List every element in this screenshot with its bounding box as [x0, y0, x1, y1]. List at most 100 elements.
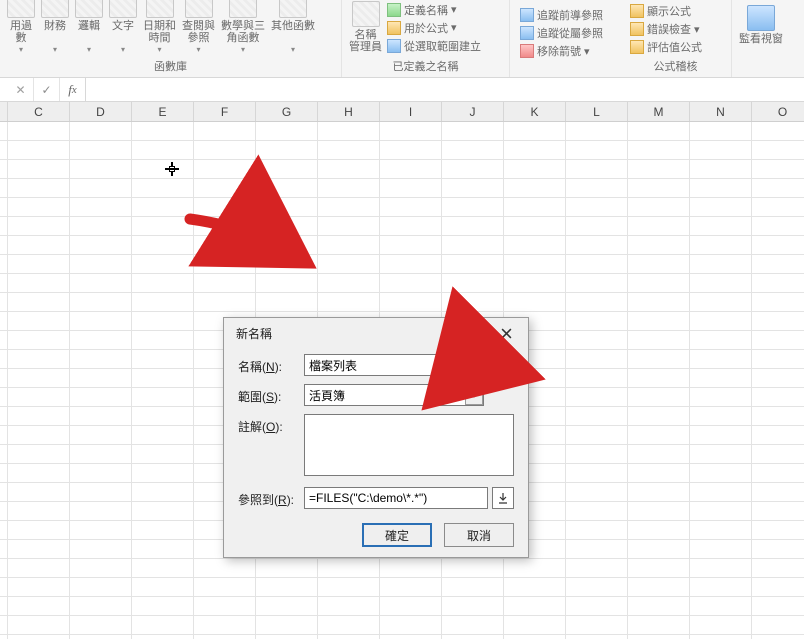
cell[interactable] — [566, 160, 628, 179]
cell[interactable] — [8, 578, 70, 597]
cell[interactable] — [0, 540, 8, 559]
cell[interactable] — [752, 122, 804, 141]
cell[interactable] — [752, 502, 804, 521]
cell[interactable] — [132, 388, 194, 407]
cell[interactable] — [194, 198, 256, 217]
cell[interactable] — [8, 274, 70, 293]
cell[interactable] — [0, 312, 8, 331]
cell[interactable] — [256, 255, 318, 274]
cell[interactable] — [504, 274, 566, 293]
cell[interactable] — [566, 217, 628, 236]
cell[interactable] — [0, 559, 8, 578]
column-header[interactable]: K — [504, 102, 566, 121]
cell[interactable] — [0, 483, 8, 502]
ribbon-date-time[interactable]: 日期和 時間 — [140, 0, 179, 56]
cell[interactable] — [566, 426, 628, 445]
ribbon-trace-precedents[interactable]: 追蹤前導參照 — [518, 6, 616, 24]
cell[interactable] — [70, 293, 132, 312]
cell[interactable] — [132, 274, 194, 293]
cell[interactable] — [0, 179, 8, 198]
cell[interactable] — [0, 122, 8, 141]
cell[interactable] — [194, 274, 256, 293]
cell[interactable] — [690, 483, 752, 502]
cell[interactable] — [132, 369, 194, 388]
cell[interactable] — [752, 236, 804, 255]
cancel-button[interactable]: 取消 — [444, 523, 514, 547]
formula-enter-button[interactable]: ✓ — [34, 78, 60, 101]
cell[interactable] — [318, 578, 380, 597]
cell[interactable] — [0, 445, 8, 464]
cell[interactable] — [752, 521, 804, 540]
cell[interactable] — [504, 635, 566, 639]
cell[interactable] — [566, 198, 628, 217]
cell[interactable] — [380, 255, 442, 274]
cell[interactable] — [194, 578, 256, 597]
cell[interactable] — [8, 483, 70, 502]
ribbon-show-formulas[interactable]: 顯示公式 — [628, 2, 727, 20]
cell[interactable] — [132, 578, 194, 597]
name-input[interactable] — [304, 354, 514, 376]
cell[interactable] — [70, 388, 132, 407]
cell[interactable] — [8, 331, 70, 350]
cell[interactable] — [504, 578, 566, 597]
ribbon-error-checking[interactable]: 錯誤檢查 ▾ — [628, 20, 727, 38]
cell[interactable] — [8, 540, 70, 559]
cell[interactable] — [8, 122, 70, 141]
cell[interactable] — [318, 141, 380, 160]
cell[interactable] — [628, 540, 690, 559]
cell[interactable] — [442, 217, 504, 236]
cell[interactable] — [8, 635, 70, 639]
cell[interactable] — [194, 559, 256, 578]
cell[interactable] — [504, 293, 566, 312]
cell[interactable] — [318, 293, 380, 312]
cell[interactable] — [8, 521, 70, 540]
cell[interactable] — [318, 597, 380, 616]
cell[interactable] — [70, 597, 132, 616]
cell[interactable] — [752, 350, 804, 369]
column-header[interactable]: H — [318, 102, 380, 121]
cell[interactable] — [0, 616, 8, 635]
cell[interactable] — [566, 293, 628, 312]
column-header[interactable]: E — [132, 102, 194, 121]
ribbon-name-manager[interactable]: 名稱 管理員 — [346, 0, 385, 56]
cell[interactable] — [132, 350, 194, 369]
cell[interactable] — [256, 141, 318, 160]
dialog-titlebar[interactable]: 新名稱 ? — [224, 318, 528, 348]
ok-button[interactable]: 確定 — [362, 523, 432, 547]
cell[interactable] — [566, 502, 628, 521]
cell[interactable] — [318, 198, 380, 217]
cell[interactable] — [442, 274, 504, 293]
cell[interactable] — [566, 407, 628, 426]
cell[interactable] — [628, 369, 690, 388]
cell[interactable] — [380, 274, 442, 293]
cell[interactable] — [690, 160, 752, 179]
cell[interactable] — [690, 198, 752, 217]
cell[interactable] — [690, 255, 752, 274]
cell[interactable] — [8, 293, 70, 312]
cell[interactable] — [256, 198, 318, 217]
cell[interactable] — [566, 312, 628, 331]
cell[interactable] — [70, 331, 132, 350]
cell[interactable] — [70, 483, 132, 502]
cell[interactable] — [380, 198, 442, 217]
cell[interactable] — [0, 293, 8, 312]
cell[interactable] — [628, 179, 690, 198]
cell[interactable] — [0, 521, 8, 540]
column-header[interactable]: M — [628, 102, 690, 121]
cell[interactable] — [752, 578, 804, 597]
cell[interactable] — [566, 255, 628, 274]
cell[interactable] — [70, 369, 132, 388]
cell[interactable] — [752, 483, 804, 502]
cell[interactable] — [628, 464, 690, 483]
cell[interactable] — [132, 616, 194, 635]
cell[interactable] — [566, 122, 628, 141]
cell[interactable] — [194, 160, 256, 179]
cell[interactable] — [566, 597, 628, 616]
cell[interactable] — [690, 350, 752, 369]
cell[interactable] — [566, 521, 628, 540]
cell[interactable] — [752, 388, 804, 407]
column-header[interactable]: I — [380, 102, 442, 121]
cell[interactable] — [132, 407, 194, 426]
cell[interactable] — [504, 559, 566, 578]
ribbon-recently-used[interactable]: 用過 數 — [4, 0, 38, 56]
